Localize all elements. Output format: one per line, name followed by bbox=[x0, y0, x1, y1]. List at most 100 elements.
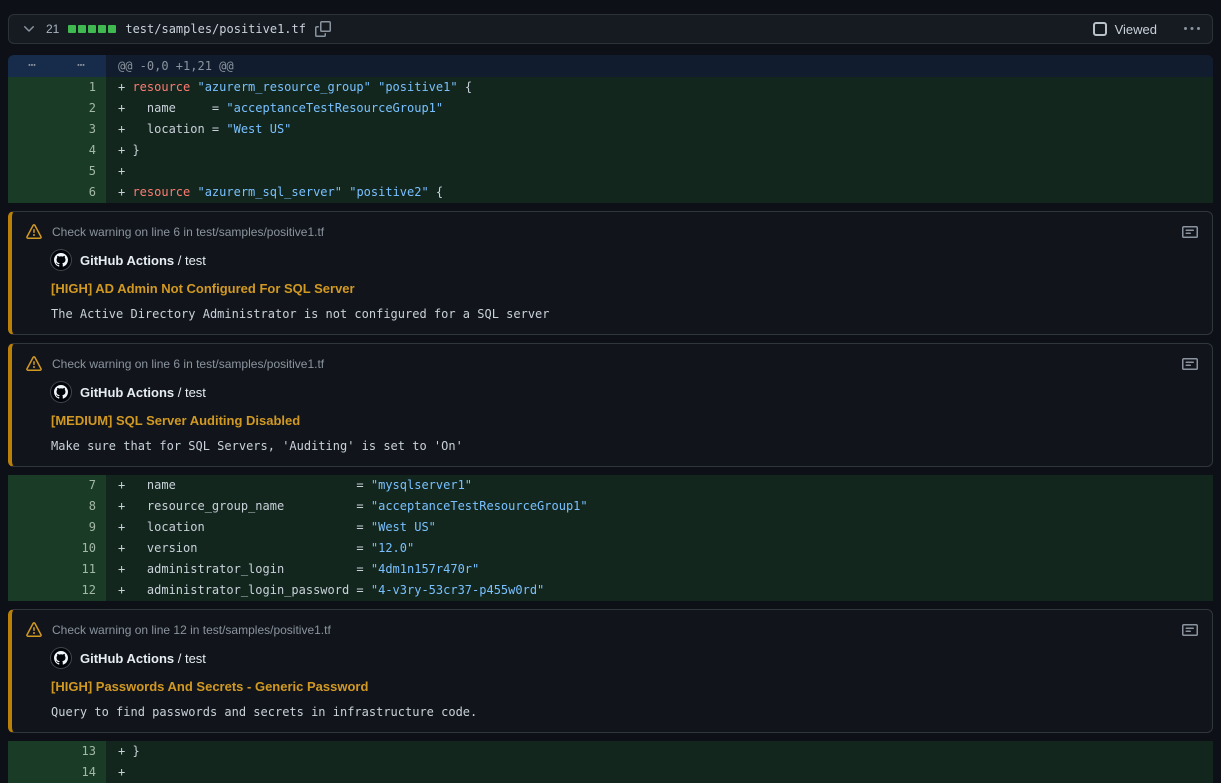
diff-line-row: 13+ } bbox=[8, 741, 1213, 762]
diff-line-row: 14 + bbox=[8, 762, 1213, 783]
code-token: + version = bbox=[118, 541, 371, 555]
diff-page: 21 test/samples/positive1.tf Viewed ⋯⋯@@… bbox=[0, 0, 1221, 783]
check-source-link[interactable]: GitHub Actions / test bbox=[51, 648, 1198, 668]
line-number-new[interactable]: 6 bbox=[57, 182, 106, 203]
copy-path-icon[interactable] bbox=[315, 21, 331, 37]
line-number-old[interactable] bbox=[8, 98, 57, 119]
line-number-new[interactable]: 3 bbox=[57, 119, 106, 140]
code-token: resource bbox=[132, 80, 190, 94]
annotation-header-text: Check warning on line 6 in test/samples/… bbox=[52, 224, 324, 240]
code-token: "12.0" bbox=[371, 541, 414, 555]
code-token: + resource_group_name = bbox=[118, 499, 371, 513]
diff-line-row: 6+ resource "azurerm_sql_server" "positi… bbox=[8, 182, 1213, 203]
code-token: "West US" bbox=[371, 520, 436, 534]
file-header: 21 test/samples/positive1.tf Viewed bbox=[8, 14, 1213, 44]
line-number-old[interactable] bbox=[8, 119, 57, 140]
code-cell: + administrator_login = "4dm1n157r470r" bbox=[106, 559, 1213, 580]
diffstat-square bbox=[88, 25, 96, 33]
line-number-old[interactable] bbox=[8, 559, 57, 580]
annotation-header: Check warning on line 12 in test/samples… bbox=[26, 622, 1198, 638]
diff-line-row: 12+ administrator_login_password = "4-v3… bbox=[8, 580, 1213, 601]
code-token: + location = bbox=[118, 122, 226, 136]
expand-up-button[interactable]: ⋯ bbox=[8, 55, 57, 77]
code-token: + location = bbox=[118, 520, 371, 534]
code-token: "mysqlserver1" bbox=[371, 478, 472, 492]
code-token: "4dm1n157r470r" bbox=[371, 562, 479, 576]
line-number-old[interactable] bbox=[8, 182, 57, 203]
line-number-new[interactable]: 12 bbox=[57, 580, 106, 601]
check-source-link[interactable]: GitHub Actions / test bbox=[51, 250, 1198, 270]
diffstat-square bbox=[108, 25, 116, 33]
viewed-checkbox[interactable] bbox=[1093, 22, 1107, 36]
line-number-old[interactable] bbox=[8, 496, 57, 517]
line-number-old[interactable] bbox=[8, 77, 57, 98]
diffstat-square bbox=[68, 25, 76, 33]
line-number-new[interactable]: 1 bbox=[57, 77, 106, 98]
line-number-new[interactable]: 7 bbox=[57, 475, 106, 496]
line-number-new[interactable]: 8 bbox=[57, 496, 106, 517]
annotation-note-icon[interactable] bbox=[1182, 622, 1198, 638]
code-token: + bbox=[118, 765, 125, 779]
code-token: + bbox=[118, 80, 132, 94]
line-number-new[interactable]: 14 bbox=[57, 762, 106, 783]
annotation-note-icon[interactable] bbox=[1182, 356, 1198, 372]
code-cell: + } bbox=[106, 140, 1213, 161]
line-number-old[interactable] bbox=[8, 161, 57, 182]
diff-body: ⋯⋯@@ -0,0 +1,21 @@1+ resource "azurerm_r… bbox=[8, 55, 1213, 783]
line-number-old[interactable] bbox=[8, 538, 57, 559]
changes-count: 21 bbox=[46, 22, 59, 36]
line-number-new[interactable]: 4 bbox=[57, 140, 106, 161]
annotation-header: Check warning on line 6 in test/samples/… bbox=[26, 356, 1198, 372]
chevron-down-icon[interactable] bbox=[21, 21, 37, 37]
diff-line-row: 2+ name = "acceptanceTestResourceGroup1" bbox=[8, 98, 1213, 119]
line-number-old[interactable] bbox=[8, 475, 57, 496]
code-cell: + location = "West US" bbox=[106, 119, 1213, 140]
hunk-header: @@ -0,0 +1,21 @@ bbox=[106, 55, 1213, 77]
annotation-message: The Active Directory Administrator is no… bbox=[51, 306, 1198, 322]
code-cell: + resource_group_name = "acceptanceTestR… bbox=[106, 496, 1213, 517]
diff-line-row: 11+ administrator_login = "4dm1n157r470r… bbox=[8, 559, 1213, 580]
code-cell: + version = "12.0" bbox=[106, 538, 1213, 559]
github-actions-avatar bbox=[51, 382, 71, 402]
code-token: "acceptanceTestResourceGroup1" bbox=[371, 499, 588, 513]
code-cell: + bbox=[106, 161, 1213, 182]
line-number-old[interactable] bbox=[8, 140, 57, 161]
viewed-control[interactable]: Viewed bbox=[1093, 22, 1157, 37]
line-number-old[interactable] bbox=[8, 580, 57, 601]
annotation-header: Check warning on line 6 in test/samples/… bbox=[26, 224, 1198, 240]
code-cell: + bbox=[106, 762, 1213, 783]
line-number-new[interactable]: 5 bbox=[57, 161, 106, 182]
kebab-menu-icon[interactable] bbox=[1184, 21, 1200, 37]
annotation-header-text: Check warning on line 6 in test/samples/… bbox=[52, 356, 324, 372]
diff-line-row: 3+ location = "West US" bbox=[8, 119, 1213, 140]
diff-line-row: 1+ resource "azurerm_resource_group" "po… bbox=[8, 77, 1213, 98]
line-number-new[interactable]: 9 bbox=[57, 517, 106, 538]
line-number-new[interactable]: 13 bbox=[57, 741, 106, 762]
line-number-old[interactable] bbox=[8, 741, 57, 762]
line-number-new[interactable]: 11 bbox=[57, 559, 106, 580]
code-token: { bbox=[458, 80, 472, 94]
code-cell: + name = "mysqlserver1" bbox=[106, 475, 1213, 496]
annotation-note-icon[interactable] bbox=[1182, 224, 1198, 240]
code-token: "4-v3ry-53cr37-p455w0rd" bbox=[371, 583, 544, 597]
diffstat bbox=[68, 25, 116, 33]
check-source-link[interactable]: GitHub Actions / test bbox=[51, 382, 1198, 402]
line-number-new[interactable]: 10 bbox=[57, 538, 106, 559]
github-actions-avatar bbox=[51, 250, 71, 270]
code-cell: + administrator_login_password = "4-v3ry… bbox=[106, 580, 1213, 601]
line-number-old[interactable] bbox=[8, 517, 57, 538]
line-number-new[interactable]: 2 bbox=[57, 98, 106, 119]
github-actions-avatar bbox=[51, 648, 71, 668]
line-number-old[interactable] bbox=[8, 762, 57, 783]
diffstat-square bbox=[78, 25, 86, 33]
annotation-title: [MEDIUM] SQL Server Auditing Disabled bbox=[51, 413, 1198, 429]
expand-down-button[interactable]: ⋯ bbox=[57, 55, 106, 77]
annotation-title: [HIGH] Passwords And Secrets - Generic P… bbox=[51, 679, 1198, 695]
annotation-message: Make sure that for SQL Servers, 'Auditin… bbox=[51, 438, 1198, 454]
code-token: + administrator_login = bbox=[118, 562, 371, 576]
code-cell: + resource "azurerm_resource_group" "pos… bbox=[106, 77, 1213, 98]
code-token: "West US" bbox=[226, 122, 291, 136]
file-path: test/samples/positive1.tf bbox=[125, 22, 306, 36]
check-source-name: GitHub Actions / test bbox=[80, 651, 206, 666]
code-cell: + location = "West US" bbox=[106, 517, 1213, 538]
